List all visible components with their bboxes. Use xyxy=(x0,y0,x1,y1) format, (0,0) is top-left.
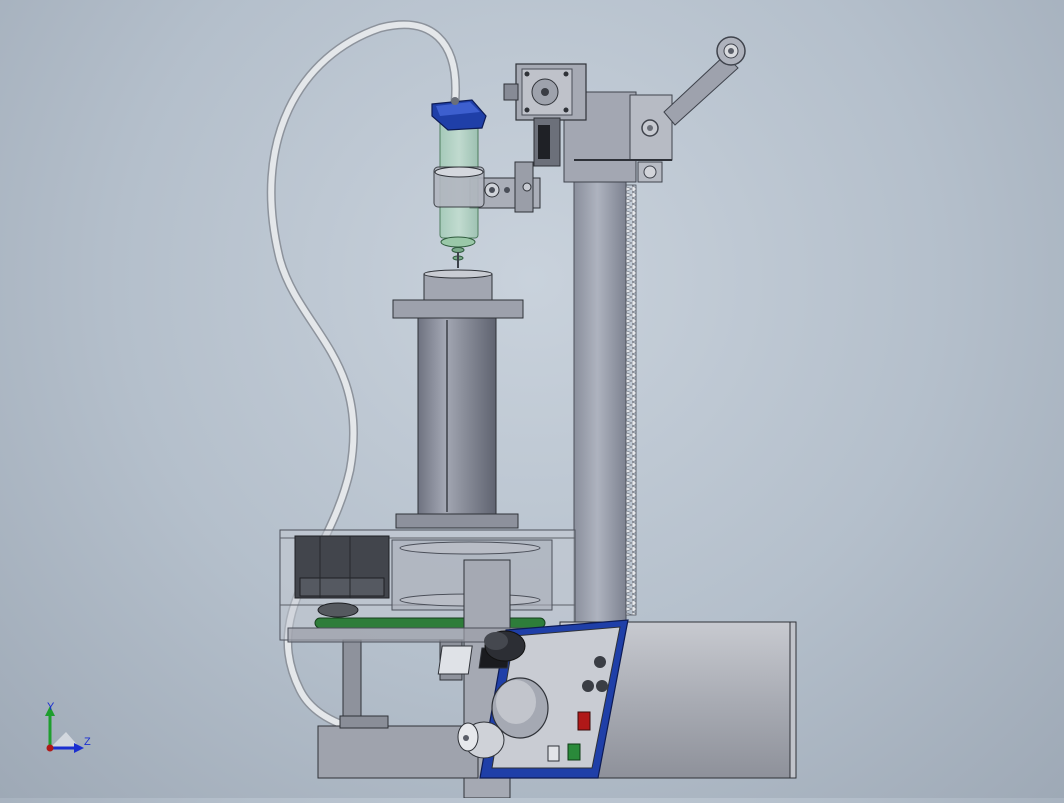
bottom-flange xyxy=(395,513,519,529)
coordinate-triad: Y Z xyxy=(45,701,91,753)
z-axis-arrow-icon xyxy=(74,743,84,753)
vertical-column xyxy=(573,177,627,629)
base-plate xyxy=(317,725,479,779)
panel-button-3[interactable] xyxy=(596,680,608,692)
panel-button-1 xyxy=(594,656,606,668)
panel-button-2[interactable] xyxy=(582,680,594,692)
model-canvas[interactable]: Y Z xyxy=(0,0,1064,799)
display-window xyxy=(437,645,473,675)
origin-dot xyxy=(46,744,54,752)
indicator-red xyxy=(577,711,591,731)
top-flange xyxy=(392,299,524,319)
main-cylinder xyxy=(417,317,497,515)
gear-rack xyxy=(625,184,637,616)
crank-arm xyxy=(663,54,739,126)
y-axis-label: Y xyxy=(47,701,55,713)
z-axis-label: Z xyxy=(84,736,91,748)
cad-viewport[interactable]: Y Z xyxy=(0,0,1064,799)
indicator-green xyxy=(567,743,581,761)
